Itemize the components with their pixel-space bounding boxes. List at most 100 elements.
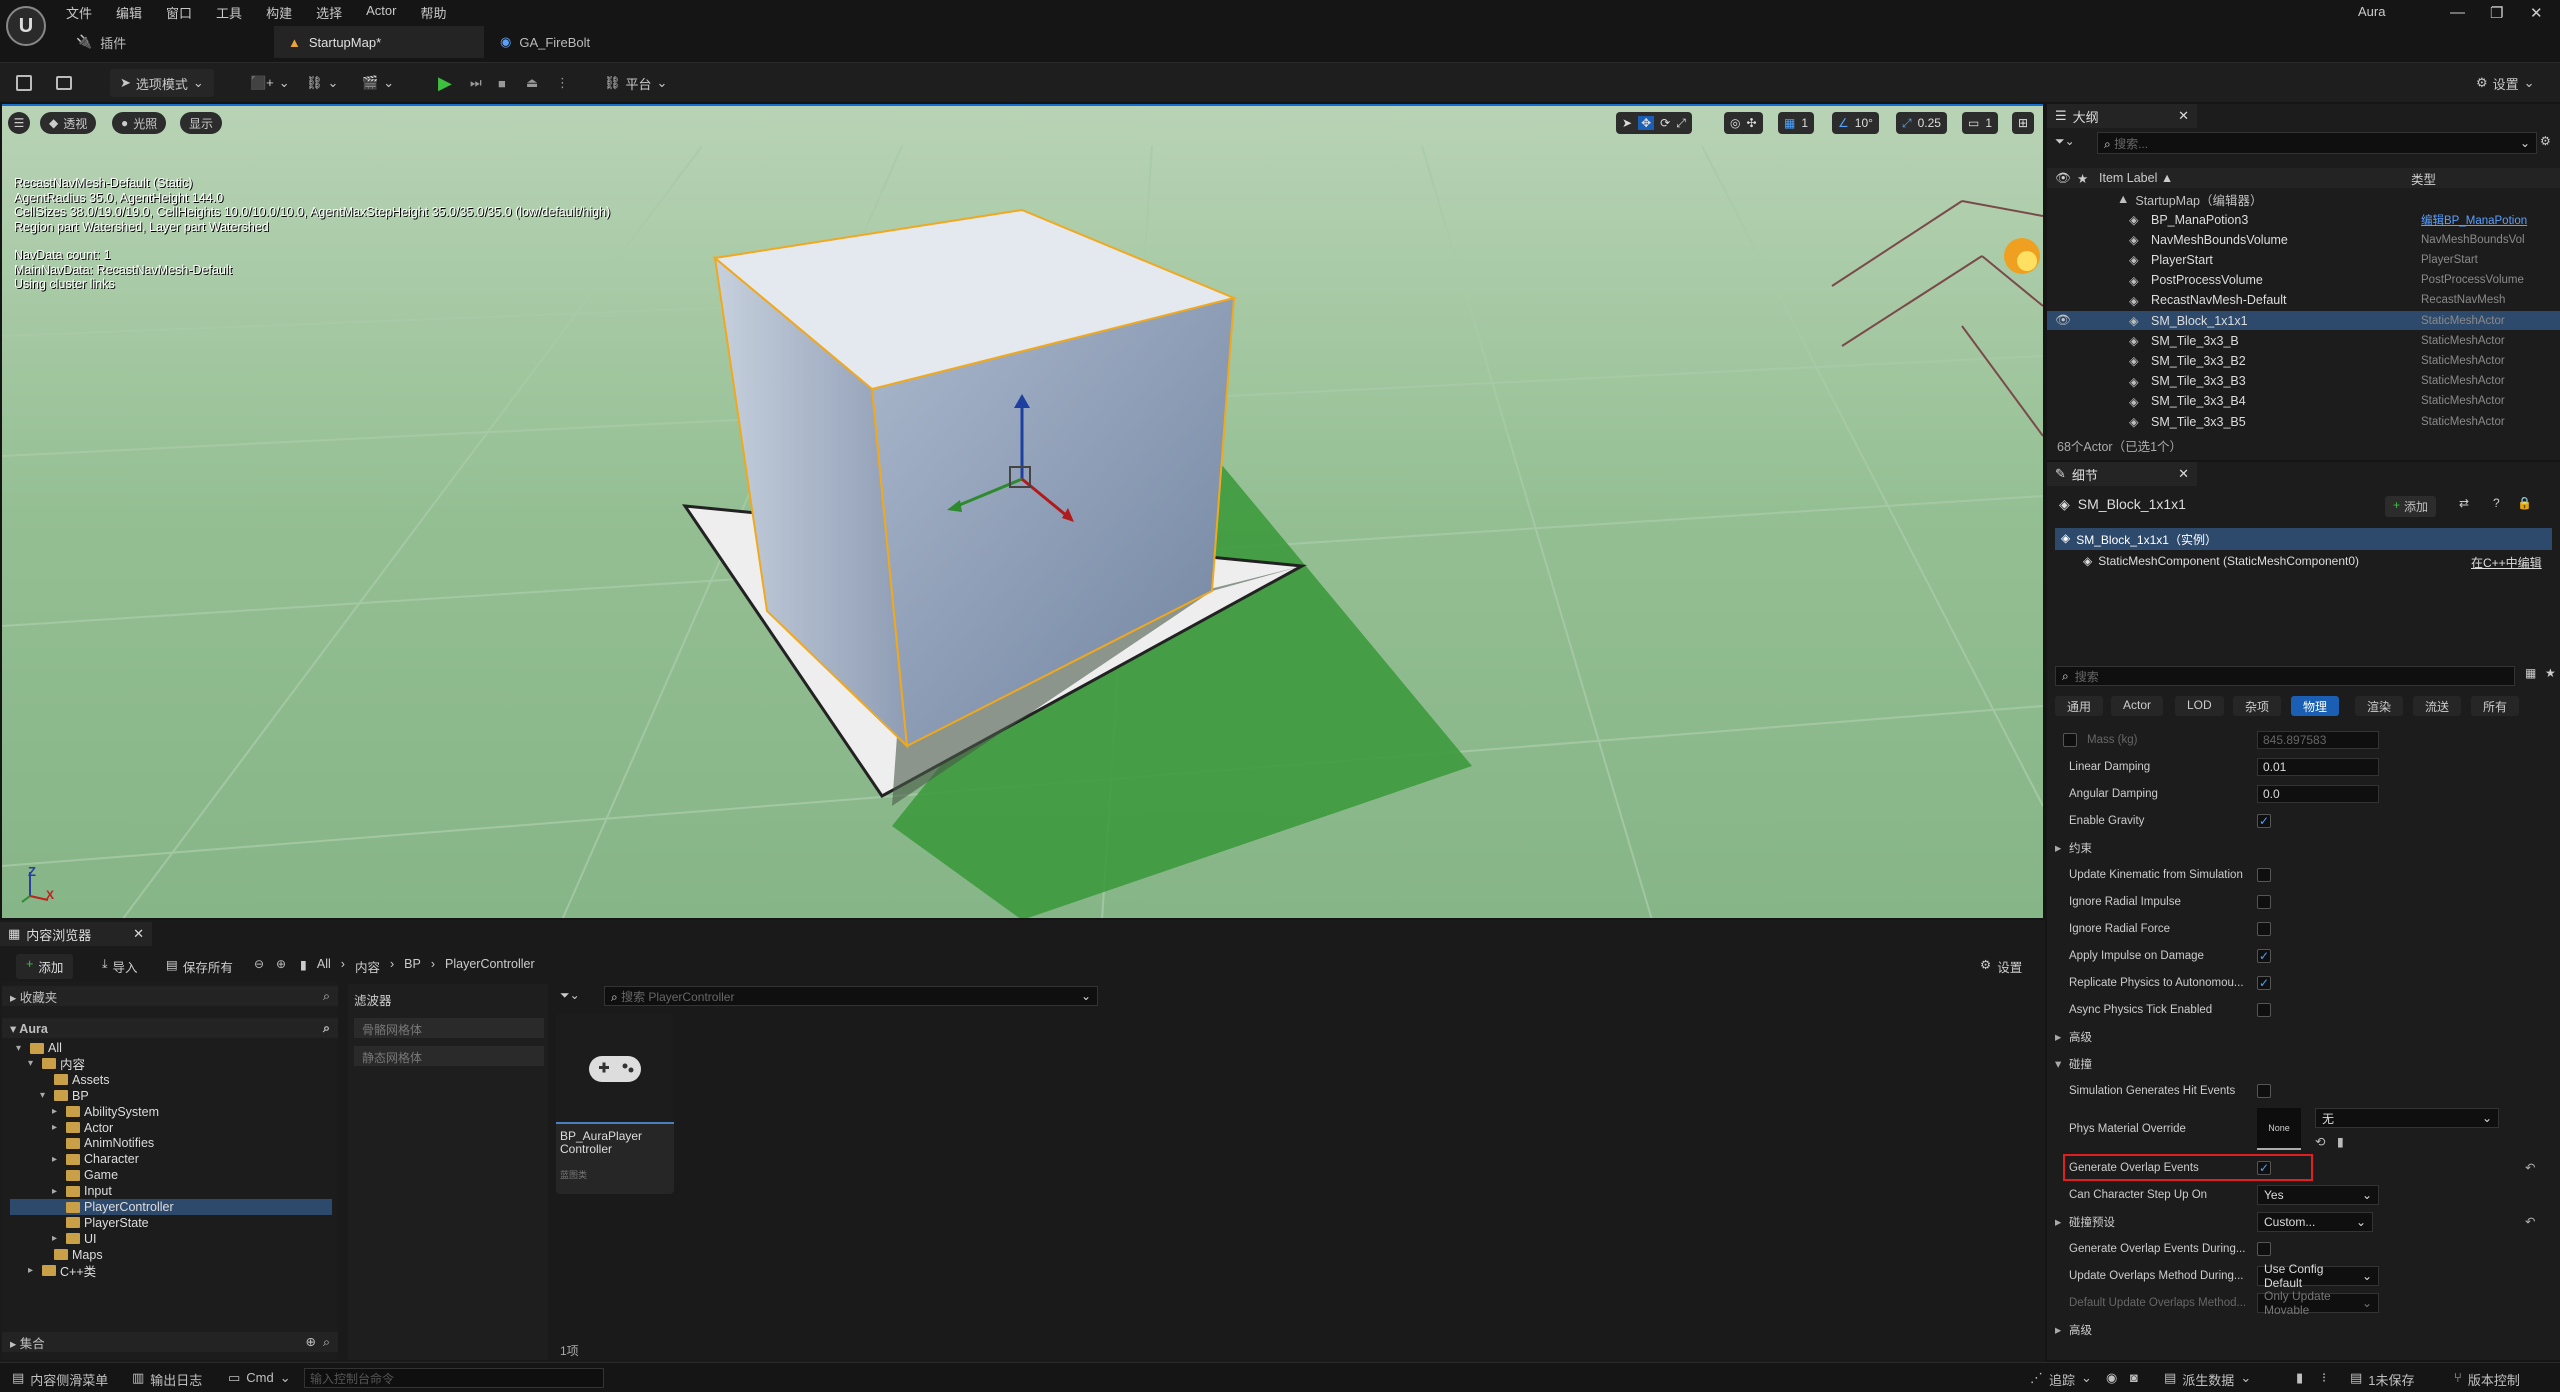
category-tab[interactable]: Actor xyxy=(2111,696,2164,716)
menu-item[interactable]: 文件 xyxy=(54,0,104,22)
select-tool-icon[interactable]: ➤ xyxy=(1622,116,1632,130)
filter-static-mesh[interactable]: 静态网格体 xyxy=(354,1046,544,1066)
favorites-header[interactable]: ▸ 收藏夹 ⌕ xyxy=(2,986,338,1006)
outliner-row[interactable]: ◈ SM_Tile_3x3_B2 StaticMeshActor xyxy=(2047,351,2560,370)
crumb-content[interactable]: 内容 xyxy=(355,957,380,976)
show-button[interactable]: 显示 xyxy=(180,112,223,134)
chevron-right-icon[interactable]: ▸ xyxy=(52,1233,62,1244)
reset-arrow-icon[interactable]: ↶ xyxy=(2525,1160,2535,1175)
scale-snap-button[interactable]: ⤢ 0.25 xyxy=(1896,112,1947,134)
category-tab[interactable]: 渲染 xyxy=(2355,696,2404,716)
instance-row[interactable]: ◈ SM_Block_1x1x1（实例） xyxy=(2055,528,2552,550)
category-tab[interactable]: 所有 xyxy=(2471,696,2520,716)
back-icon[interactable]: ⊖ xyxy=(254,957,264,971)
import-button[interactable]: ⤓ 导入 xyxy=(102,957,138,976)
play-button[interactable]: ▶ xyxy=(438,69,452,97)
property-dropdown[interactable]: Yes ⌄ xyxy=(2257,1184,2379,1205)
tab-ga-firebolt[interactable]: ◉ GA_FireBolt xyxy=(486,26,676,58)
chevron-right-icon[interactable]: ▸ xyxy=(2055,840,2069,855)
use-selected-icon[interactable]: ⟲ xyxy=(2315,1134,2325,1149)
chevron-down-icon[interactable]: ▾ xyxy=(28,1058,38,1069)
add-component-button[interactable]: + 添加 xyxy=(2385,496,2437,517)
crumb-bp[interactable]: BP xyxy=(404,957,421,976)
outliner-row[interactable]: ◈ SM_Tile_3x3_B4 StaticMeshActor xyxy=(2047,392,2560,411)
outliner-tab[interactable]: ☰ 大纲 ✕ xyxy=(2047,104,2197,128)
search-icon[interactable]: ⌕ xyxy=(323,989,330,1004)
folder-tree-item[interactable]: AnimNotifies xyxy=(16,1135,338,1151)
property-checkbox[interactable] xyxy=(2257,894,2271,909)
blueprint-menu-button[interactable]: ⛓ ⌄ xyxy=(306,69,338,97)
angle-snap-button[interactable]: ∠ 10° xyxy=(1832,112,1879,134)
category-tab[interactable]: 通用 xyxy=(2055,696,2104,716)
close-icon[interactable]: ✕ xyxy=(133,926,144,942)
outliner-row[interactable]: ◈ SM_Tile_3x3_B5 StaticMeshActor xyxy=(2047,412,2560,431)
chevron-down-icon[interactable]: ▾ xyxy=(40,1090,50,1101)
property-checkbox[interactable] xyxy=(2257,867,2271,882)
grid-snap-button[interactable]: ▦ 1 xyxy=(1778,112,1815,134)
chevron-down-icon[interactable]: ▾ xyxy=(2055,1056,2069,1071)
col-item-label[interactable]: Item Label ▲ xyxy=(2099,171,2411,185)
edit-in-cpp-link[interactable]: 在C++中编辑 xyxy=(2471,554,2542,571)
folder-tree-item[interactable]: ▾ BP xyxy=(16,1088,338,1104)
enable-checkbox[interactable] xyxy=(2063,732,2077,747)
settings-button[interactable]: ⚙ 设置 xyxy=(1980,957,2022,976)
close-icon[interactable]: ✕ xyxy=(2178,466,2189,482)
level-viewport[interactable]: ☰ ◆ 透视 ● 光照 显示 RecastNavMesh-Default (Stat… xyxy=(2,104,2043,918)
settings-button[interactable]: ⚙ 设置 ⌄ xyxy=(2476,69,2535,97)
forward-icon[interactable]: ⊕ xyxy=(276,957,286,971)
folder-tree-item[interactable]: ▸ Input xyxy=(16,1183,338,1199)
close-icon[interactable]: ✕ xyxy=(2178,108,2189,124)
maximize-button[interactable]: ❐ xyxy=(2490,4,2503,22)
table-view-icon[interactable]: ▦ xyxy=(2525,666,2536,680)
menu-item[interactable]: 工具 xyxy=(204,0,254,22)
more-icon[interactable]: ⁝ xyxy=(2322,1370,2326,1386)
viewport-menu-button[interactable]: ☰ xyxy=(8,112,30,134)
property-checkbox[interactable]: ✓ xyxy=(2257,813,2271,828)
derived-data-button[interactable]: ▤ 派生数据 ⌄ xyxy=(2164,1370,2251,1389)
unreal-logo-icon[interactable]: U xyxy=(6,6,46,46)
col-type[interactable]: 类型 xyxy=(2411,169,2436,188)
tab-plugins[interactable]: 🔌 插件 xyxy=(62,26,272,58)
folder-tree-item[interactable]: ▸ UI xyxy=(16,1231,338,1247)
chevron-right-icon[interactable]: ▸ xyxy=(2055,1214,2069,1229)
property-checkbox[interactable] xyxy=(2257,1241,2271,1256)
mode-dropdown[interactable]: ➤ 选项模式 ⌄ xyxy=(110,69,214,97)
minimize-button[interactable]: — xyxy=(2450,4,2465,21)
move-tool-icon[interactable]: ✥ xyxy=(1638,116,1655,130)
chevron-down-icon[interactable]: ▾ xyxy=(16,1043,26,1054)
category-tab[interactable]: 杂项 xyxy=(2233,696,2282,716)
property-checkbox[interactable] xyxy=(2257,921,2271,936)
content-drawer-button[interactable]: ▤ 内容侧滑菜单 xyxy=(12,1370,108,1389)
filter-icon[interactable]: ⏷⌄ xyxy=(560,988,580,1003)
chevron-right-icon[interactable]: ▸ xyxy=(52,1186,62,1197)
chevron-right-icon[interactable]: ▸ xyxy=(28,1265,38,1276)
chevron-right-icon[interactable]: ▸ xyxy=(52,1122,62,1133)
property-row[interactable]: ▸ 高级 xyxy=(2047,1023,2560,1050)
menu-item[interactable]: 选择 xyxy=(304,0,354,22)
filter-icon[interactable]: ⏷⌄ xyxy=(2055,134,2075,149)
menu-item[interactable]: Actor xyxy=(354,0,408,22)
unsaved-button[interactable]: ▤ 1未保存 xyxy=(2350,1370,2415,1389)
property-checkbox[interactable] xyxy=(2257,1083,2271,1098)
menu-item[interactable]: 编辑 xyxy=(104,0,154,22)
outliner-row[interactable]: ◈ SM_Tile_3x3_B StaticMeshActor xyxy=(2047,331,2560,350)
outliner-row[interactable]: ◈ SM_Tile_3x3_B3 StaticMeshActor xyxy=(2047,372,2560,391)
trace-button[interactable]: ⋰ 追踪 ⌄ xyxy=(2030,1370,2092,1389)
outliner-row[interactable]: ◈ PlayerStart PlayerStart xyxy=(2047,250,2560,269)
material-dropdown[interactable]: 无 ⌄ xyxy=(2315,1108,2499,1128)
blueprint-convert-icon[interactable]: ⇄ xyxy=(2459,496,2469,510)
category-tab[interactable]: 流送 xyxy=(2413,696,2462,716)
cinematics-button[interactable]: 🎬 ⌄ xyxy=(362,69,394,97)
folder-tree-item[interactable]: ▾ 内容 xyxy=(16,1056,338,1072)
world-space-button[interactable]: ◎ ✣ xyxy=(1724,112,1763,134)
folder-tree-item[interactable]: PlayerState xyxy=(16,1215,338,1231)
rotate-tool-icon[interactable]: ⟳ xyxy=(1660,116,1670,130)
property-checkbox[interactable]: ✓ xyxy=(2257,948,2271,963)
menu-item[interactable]: 帮助 xyxy=(408,0,458,22)
settings-gear-icon[interactable]: ⚙ xyxy=(2540,134,2551,148)
outliner-row[interactable]: ◈ PostProcessVolume PostProcessVolume xyxy=(2047,271,2560,290)
play-options-button[interactable]: ⋮ xyxy=(556,69,569,97)
outliner-row[interactable]: ◈ RecastNavMesh-Default RecastNavMesh xyxy=(2047,291,2560,310)
property-row[interactable]: ▾ 碰撞 xyxy=(2047,1050,2560,1077)
property-checkbox[interactable] xyxy=(2257,1002,2271,1017)
